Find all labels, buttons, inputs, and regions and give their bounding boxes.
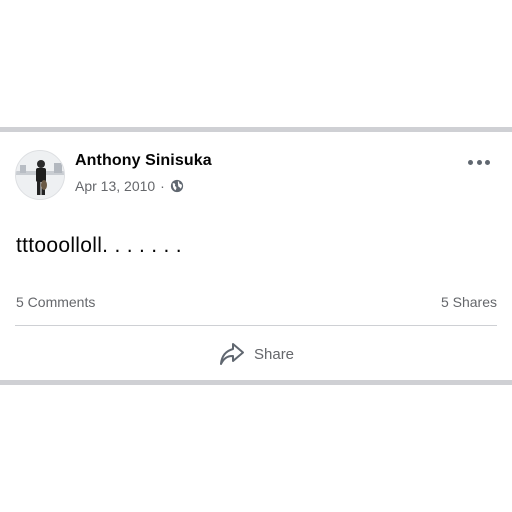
- meta-separator: ·: [160, 178, 165, 194]
- more-dot: [476, 159, 482, 165]
- shares-count[interactable]: 5 Shares: [441, 294, 497, 310]
- avatar[interactable]: [15, 150, 65, 200]
- post-body: tttooolloll. . . . . . .: [16, 234, 182, 257]
- divider: [15, 325, 497, 326]
- post-meta: Apr 13, 2010 ·: [75, 178, 184, 194]
- post-card: Anthony Sinisuka Apr 13, 2010 · tttoooll…: [0, 127, 512, 385]
- share-label: Share: [254, 345, 295, 363]
- share-arrow-icon: [218, 341, 246, 367]
- author-name[interactable]: Anthony Sinisuka: [75, 152, 212, 170]
- more-dot: [485, 159, 490, 165]
- more-options-icon[interactable]: [468, 158, 490, 166]
- avatar-photo: [16, 151, 64, 199]
- share-button[interactable]: Share: [218, 341, 294, 367]
- globe-icon: [170, 179, 184, 193]
- comments-count[interactable]: 5 Comments: [16, 294, 95, 310]
- more-dot: [468, 159, 473, 165]
- post-date[interactable]: Apr 13, 2010: [75, 178, 155, 194]
